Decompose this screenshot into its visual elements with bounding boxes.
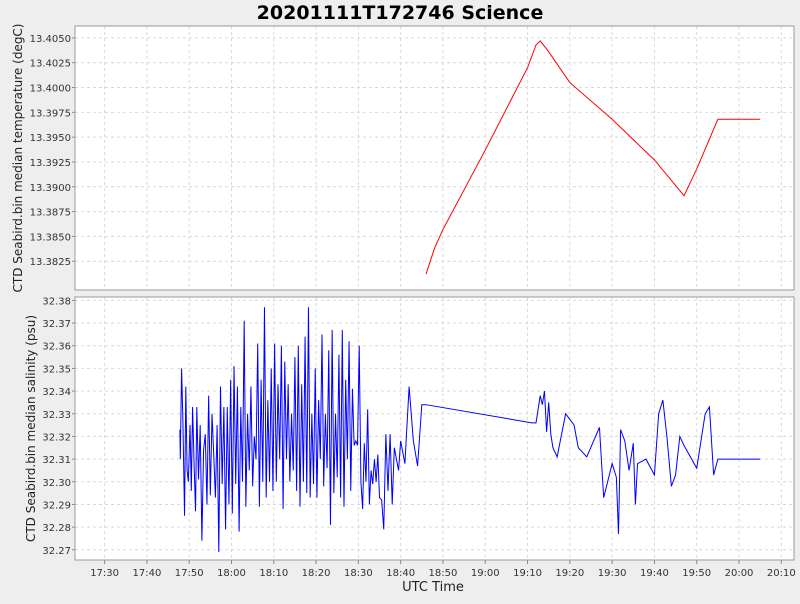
- y-tick-label: 32.38: [42, 296, 71, 307]
- y-tick-label: 13.3850: [30, 232, 71, 243]
- y-tick-label: 32.34: [42, 387, 71, 398]
- plot-area-1: [75, 26, 794, 290]
- y-tick-label: 13.3925: [30, 158, 71, 169]
- y-tick-label: 32.32: [42, 432, 71, 443]
- y-tick-label: 32.30: [42, 478, 71, 489]
- y-tick-label: 13.3825: [30, 257, 71, 268]
- x-tick-label: 19:10: [513, 568, 542, 579]
- y-tick-label: 32.36: [42, 342, 71, 353]
- y-tick-label: 32.29: [42, 500, 71, 511]
- x-tick-label: 18:30: [344, 568, 373, 579]
- y-tick-label: 13.3975: [30, 108, 71, 119]
- y-tick-label: 13.3875: [30, 208, 71, 219]
- x-tick-label: 18:40: [386, 568, 415, 579]
- y-tick-label: 32.35: [42, 364, 71, 375]
- x-tick-label: 17:40: [132, 568, 161, 579]
- x-tick-label: 17:30: [90, 568, 119, 579]
- x-tick-label: 19:50: [682, 568, 711, 579]
- x-tick-label: 20:00: [725, 568, 754, 579]
- x-tick-label: 18:50: [429, 568, 458, 579]
- x-tick-label: 18:10: [259, 568, 288, 579]
- y-tick-label: 13.3900: [30, 183, 71, 194]
- x-tick-label: 19:30: [598, 568, 627, 579]
- y-tick-label: 13.3950: [30, 133, 71, 144]
- x-tick-label: 17:50: [175, 568, 204, 579]
- chart-figure: 13.3825 13.3850 13.3875 13.3900 13.3925 13.39…: [0, 0, 800, 600]
- x-tick-label: 20:10: [767, 568, 796, 579]
- y-tick-label: 32.33: [42, 410, 71, 421]
- y-tick-label: 32.31: [42, 455, 71, 466]
- x-tick-label: 19:40: [640, 568, 669, 579]
- y-tick-label: 13.4050: [30, 34, 71, 45]
- chart-svg: 13.3825 13.3850 13.3875 13.3900 13.3925 13.39…: [11, 2, 796, 595]
- x-tick-label: 18:00: [217, 568, 246, 579]
- y-tick-label: 13.4025: [30, 59, 71, 70]
- y-tick-label: 32.37: [42, 319, 71, 330]
- x-axis-label: UTC Time: [402, 580, 464, 595]
- y-axis-label-1: CTD Seabird.bin median temperature (degC…: [11, 24, 25, 293]
- y-axis-label-2: CTD Seabird.bin median salinity (psu): [24, 315, 38, 542]
- y-tick-label: 32.27: [42, 546, 71, 557]
- y-tick-label: 13.4000: [30, 84, 71, 95]
- x-tick-label: 19:20: [555, 568, 584, 579]
- x-tick-label: 19:00: [471, 568, 500, 579]
- chart-title: 20201111T172746 Science: [257, 2, 544, 24]
- x-tick-label: 18:20: [302, 568, 331, 579]
- y-tick-label: 32.28: [42, 523, 71, 534]
